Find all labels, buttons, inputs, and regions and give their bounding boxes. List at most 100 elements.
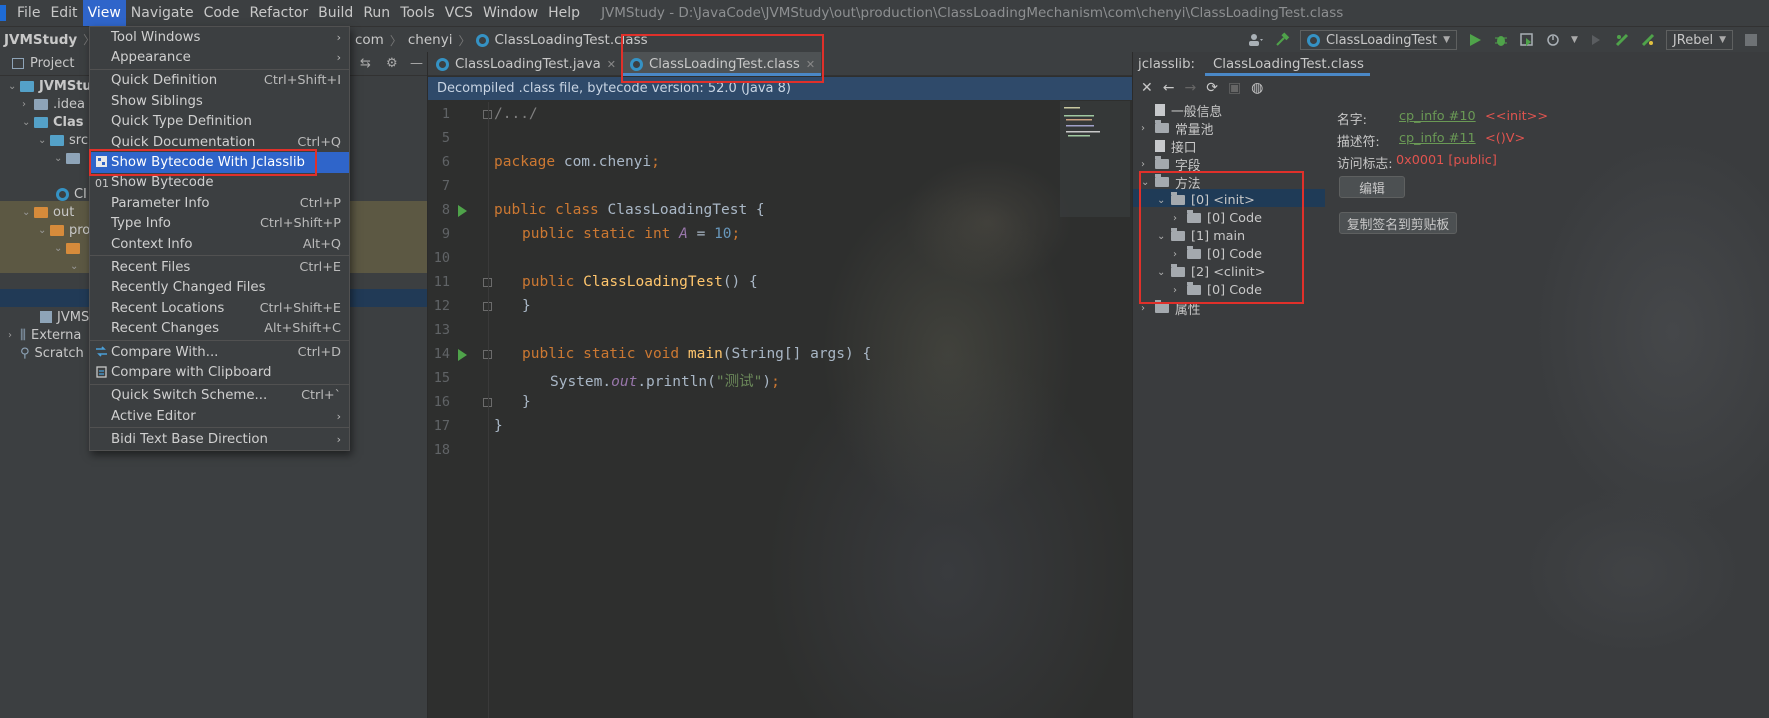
tree-row[interactable]: ⚲ Scratch xyxy=(20,343,84,363)
hide-panel-icon[interactable]: — xyxy=(410,56,423,71)
jrebel-run-icon[interactable] xyxy=(1614,32,1630,48)
tree-item-code[interactable]: › [0] Code xyxy=(1173,281,1262,299)
run-configuration-select[interactable]: ClassLoadingTest ▼ xyxy=(1299,30,1457,50)
menu-vcs[interactable]: VCS xyxy=(440,0,478,26)
jrebel-select[interactable]: JRebel ▼ xyxy=(1665,30,1733,50)
tree-item-method-clinit[interactable]: ⌄ [2] <clinit> xyxy=(1157,263,1265,281)
menu-item-recent-locations[interactable]: Recent Locations Ctrl+Shift+E xyxy=(90,298,349,318)
code-line-15[interactable]: System.out.println("测试"); xyxy=(550,370,780,391)
close-icon[interactable]: ✕ xyxy=(607,58,616,71)
tree-row[interactable]: ⌄ JVMStu xyxy=(8,76,92,96)
tree-row[interactable]: › ⫼ Externa xyxy=(8,325,81,345)
tree-row[interactable]: ⌄ xyxy=(54,148,85,168)
jrebel-debug-icon[interactable] xyxy=(1640,32,1656,48)
menu-item-quick-type-definition[interactable]: Quick Type Definition xyxy=(90,112,349,132)
code-line-14[interactable]: public static void main(String[] args) { xyxy=(522,346,871,362)
menu-item-quick-documentation[interactable]: Quick Documentation Ctrl+Q xyxy=(90,132,349,152)
run-gutter-icon[interactable] xyxy=(458,349,467,361)
descriptor-cp-link[interactable]: cp_info #11 xyxy=(1399,131,1476,146)
breadcrumb-file[interactable]: ClassLoadingTest.class xyxy=(494,32,647,48)
refresh-icon[interactable]: ⟳ xyxy=(1206,80,1218,96)
name-cp-link[interactable]: cp_info #10 xyxy=(1399,109,1476,124)
tree-item-attributes[interactable]: › 属性 xyxy=(1141,299,1201,318)
menu-item-parameter-info[interactable]: Parameter Info Ctrl+P xyxy=(90,193,349,213)
tree-item-general-info[interactable]: 一般信息 xyxy=(1141,101,1222,120)
menu-item-quick-definition[interactable]: Quick Definition Ctrl+Shift+I xyxy=(90,71,349,91)
menu-run[interactable]: Run xyxy=(358,0,395,26)
tree-row[interactable]: ⌄ Clas xyxy=(22,112,84,132)
menu-view[interactable]: View xyxy=(82,0,126,26)
close-icon[interactable]: ✕ xyxy=(806,58,815,71)
menu-help[interactable]: Help xyxy=(543,0,585,26)
user-icon[interactable] xyxy=(1248,32,1264,48)
menu-item-type-info[interactable]: Type Info Ctrl+Shift+P xyxy=(90,214,349,234)
tree-row[interactable]: › .idea xyxy=(22,94,85,114)
run-icon[interactable] xyxy=(1467,32,1483,48)
code-minimap[interactable] xyxy=(1060,101,1130,217)
profile-icon[interactable] xyxy=(1545,32,1561,48)
code-line-1[interactable]: /.../ xyxy=(494,106,538,122)
code-line-6[interactable]: package com.chenyi; xyxy=(494,154,660,170)
back-icon[interactable]: ← xyxy=(1163,80,1175,96)
tab-classloadingtest-java[interactable]: ClassLoadingTest.java ✕ xyxy=(428,52,622,76)
breadcrumb-project[interactable]: JVMStudy xyxy=(4,32,77,48)
jclasslib-tab[interactable]: ClassLoadingTest.class xyxy=(1205,52,1370,76)
menu-edit[interactable]: Edit xyxy=(45,0,82,26)
tree-item-method-init[interactable]: ⌄ [0] <init> xyxy=(1157,191,1255,209)
run-gutter-icon[interactable] xyxy=(458,205,467,217)
code-line-16[interactable]: } xyxy=(522,394,531,410)
copy-signature-button[interactable]: 复制签名到剪贴板 xyxy=(1339,212,1457,234)
tree-row[interactable]: JVMSt xyxy=(40,307,94,327)
tree-item-constant-pool[interactable]: › 常量池 xyxy=(1141,119,1213,138)
code-line-9[interactable]: public static int A = 10; xyxy=(522,226,740,242)
tab-classloadingtest-class[interactable]: ClassLoadingTest.class ✕ xyxy=(621,52,822,76)
edit-button[interactable]: 编辑 xyxy=(1339,176,1405,198)
breadcrumb-chenyi[interactable]: chenyi xyxy=(408,32,453,48)
code-line-12[interactable]: } xyxy=(522,298,531,314)
tree-item-method-main[interactable]: ⌄ [1] main xyxy=(1157,227,1245,245)
menu-item-show-bytecode-jclasslib[interactable]: Show Bytecode With Jclasslib xyxy=(90,152,349,173)
debug-icon[interactable] xyxy=(1493,32,1509,48)
menu-item-recent-files[interactable]: Recent Files Ctrl+E xyxy=(90,257,349,277)
tree-row[interactable]: ⌄ pro xyxy=(38,220,90,240)
tree-row[interactable]: Cl xyxy=(56,184,87,204)
menu-navigate[interactable]: Navigate xyxy=(126,0,199,26)
project-panel-title[interactable]: Project xyxy=(30,56,74,71)
coverage-icon[interactable] xyxy=(1519,32,1535,48)
code-line-8[interactable]: public class ClassLoadingTest { xyxy=(494,202,765,218)
tree-item-fields[interactable]: › 字段 xyxy=(1141,155,1201,174)
menu-item-compare-with[interactable]: Compare With... Ctrl+D xyxy=(90,342,349,362)
code-line-11[interactable]: public ClassLoadingTest() { xyxy=(522,274,758,290)
menu-build[interactable]: Build xyxy=(313,0,358,26)
collapse-all-icon[interactable]: ⇆ xyxy=(360,56,371,71)
chevron-down-icon[interactable]: ▼ xyxy=(1571,35,1578,45)
tree-item-interfaces[interactable]: 接口 xyxy=(1141,137,1197,156)
menu-item-tool-windows[interactable]: Tool Windows › xyxy=(90,27,349,47)
menu-file[interactable]: File xyxy=(12,0,45,26)
menu-item-recently-changed-files[interactable]: Recently Changed Files xyxy=(90,278,349,298)
menu-item-appearance[interactable]: Appearance › xyxy=(90,47,349,67)
menu-item-context-info[interactable]: Context Info Alt+Q xyxy=(90,234,349,254)
settings-icon[interactable] xyxy=(1743,32,1759,48)
menu-item-active-editor[interactable]: Active Editor › xyxy=(90,406,349,426)
menu-window[interactable]: Window xyxy=(478,0,543,26)
close-icon[interactable]: ✕ xyxy=(1141,80,1153,96)
tree-item-code[interactable]: › [0] Code xyxy=(1173,245,1262,263)
breadcrumb-com[interactable]: com xyxy=(355,32,384,48)
tree-row[interactable]: ⌄ xyxy=(54,238,85,258)
tree-row[interactable]: ⌄ out xyxy=(22,202,74,222)
menu-item-show-siblings[interactable]: Show Siblings xyxy=(90,91,349,111)
menu-item-show-bytecode[interactable]: 01 Show Bytecode xyxy=(90,173,349,193)
code-line-17[interactable]: } xyxy=(494,418,503,434)
tree-row[interactable]: ⌄ xyxy=(70,256,82,276)
menu-item-quick-switch-scheme[interactable]: Quick Switch Scheme... Ctrl+` xyxy=(90,386,349,406)
gear-icon[interactable]: ⚙ xyxy=(386,56,398,71)
menu-refactor[interactable]: Refactor xyxy=(244,0,313,26)
tree-item-methods[interactable]: ⌄ 方法 xyxy=(1141,173,1201,192)
menu-item-compare-clipboard[interactable]: Compare with Clipboard xyxy=(90,362,349,382)
tree-row[interactable]: ⌄ src xyxy=(38,130,88,150)
menu-tools[interactable]: Tools xyxy=(395,0,440,26)
web-icon[interactable]: ◍ xyxy=(1251,80,1263,96)
hammer-icon[interactable] xyxy=(1274,32,1290,48)
menu-code[interactable]: Code xyxy=(199,0,245,26)
